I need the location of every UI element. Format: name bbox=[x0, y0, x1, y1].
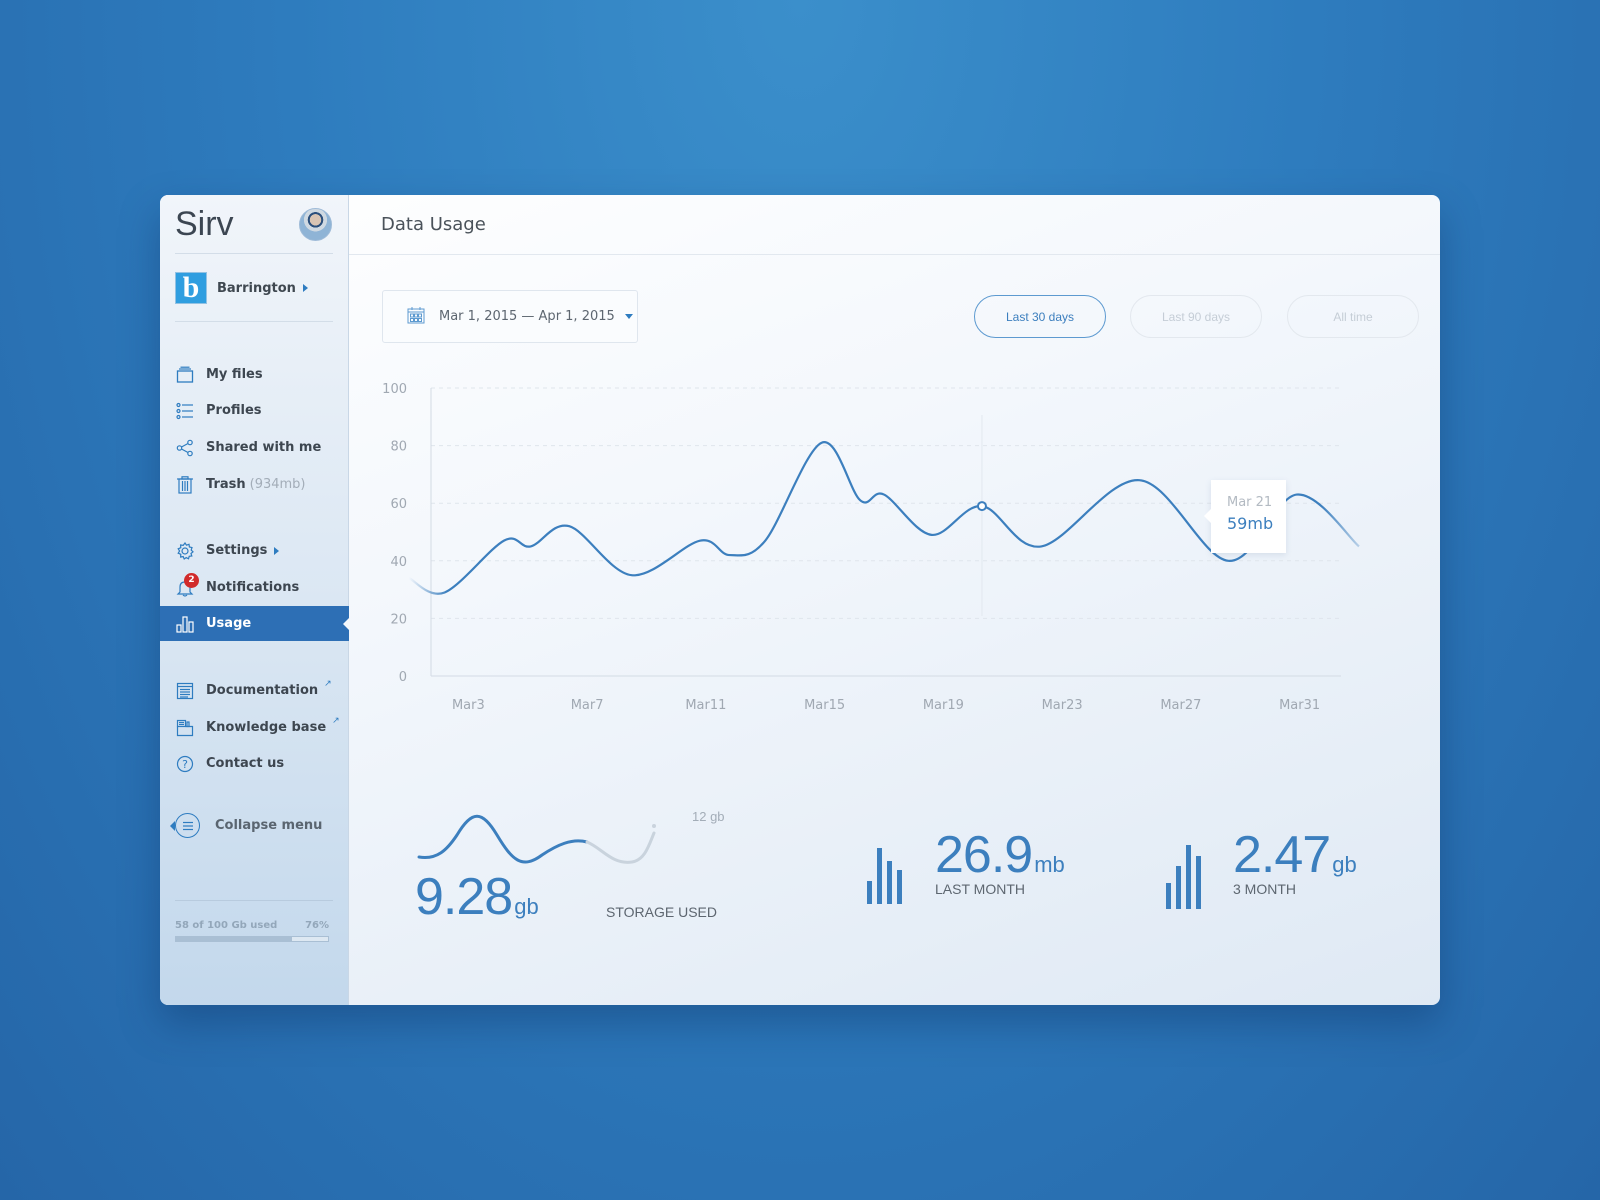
list-icon bbox=[176, 402, 194, 420]
trash-icon bbox=[176, 475, 194, 494]
caret-right-icon bbox=[274, 546, 280, 555]
storage-used-label: STORAGE USED bbox=[606, 904, 717, 920]
y-tick-label: 40 bbox=[390, 555, 407, 570]
x-tick-label: Mar7 bbox=[571, 698, 604, 713]
sidebar-item-notifications[interactable]: 2 Notifications bbox=[160, 570, 349, 605]
storage-sparkline bbox=[417, 814, 656, 864]
storage-sparkline-max-point bbox=[652, 824, 656, 828]
storage-quota: 58 of 100 Gb used 76% bbox=[175, 920, 329, 942]
last-month-label: LAST MONTH bbox=[935, 881, 1025, 897]
account-name: Barrington bbox=[217, 280, 296, 296]
app-window: Sirv b Barrington My files Profiles Shar… bbox=[160, 195, 1440, 1005]
notification-count-badge: 2 bbox=[184, 572, 199, 588]
folder-icon bbox=[176, 366, 194, 384]
tooltip-value: 59mb bbox=[1227, 514, 1274, 533]
storage-sparkline-remaining bbox=[585, 831, 656, 864]
storage-progress-bar bbox=[175, 936, 329, 942]
sidebar-item-shared[interactable]: Shared with me bbox=[160, 430, 349, 465]
tooltip-date: Mar 21 bbox=[1227, 495, 1273, 510]
sidebar: Sirv b Barrington My files Profiles Shar… bbox=[160, 195, 349, 1005]
logo[interactable]: Sirv bbox=[175, 205, 234, 244]
y-tick-label: 80 bbox=[390, 440, 407, 455]
chart-tooltip: Mar 21 59mb bbox=[1204, 480, 1286, 553]
user-avatar[interactable] bbox=[299, 208, 332, 241]
sidebar-item-knowledge-base[interactable]: Knowledge base ↗ bbox=[160, 710, 349, 745]
three-month-value: 2.47gb bbox=[1233, 826, 1357, 884]
y-tick-label: 100 bbox=[382, 382, 407, 397]
x-tick-label: Mar27 bbox=[1160, 698, 1201, 713]
main-content: Data Usage Mar 1, 2015 — Apr 1, 2015 Las… bbox=[349, 195, 1440, 1005]
highlight-point bbox=[976, 501, 987, 512]
x-tick-label: Mar19 bbox=[923, 698, 964, 713]
divider bbox=[175, 253, 333, 254]
storage-sparkline-used bbox=[417, 814, 589, 864]
sidebar-item-documentation[interactable]: Documentation ↗ bbox=[160, 673, 349, 708]
storage-progress-fill bbox=[176, 937, 292, 941]
x-tick-label: Mar3 bbox=[452, 698, 485, 713]
help-icon: ? bbox=[176, 755, 194, 773]
svg-text:?: ? bbox=[182, 758, 188, 771]
divider bbox=[175, 900, 333, 901]
sidebar-item-usage[interactable]: Usage bbox=[160, 606, 349, 641]
bar-chart-icon bbox=[1166, 845, 1201, 909]
account-switcher[interactable]: b Barrington bbox=[175, 272, 308, 304]
x-tick-label: Mar23 bbox=[1042, 698, 1083, 713]
bar-chart-icon bbox=[176, 615, 194, 633]
x-tick-label: Mar15 bbox=[804, 698, 845, 713]
storage-quota-text: 58 of 100 Gb used bbox=[175, 920, 278, 931]
divider bbox=[175, 321, 333, 322]
sidebar-item-settings[interactable]: Settings bbox=[160, 533, 349, 568]
external-link-icon: ↗ bbox=[324, 678, 332, 689]
knowledge-icon bbox=[176, 719, 194, 737]
collapse-menu-icon bbox=[170, 813, 200, 838]
last-month-value: 26.9mb bbox=[935, 826, 1065, 884]
sidebar-item-profiles[interactable]: Profiles bbox=[160, 393, 349, 428]
gear-icon bbox=[176, 541, 194, 560]
bell-icon: 2 bbox=[176, 572, 199, 597]
caret-right-icon bbox=[302, 284, 308, 292]
sidebar-item-contact[interactable]: ? Contact us bbox=[160, 746, 349, 781]
y-tick-label: 20 bbox=[390, 612, 407, 627]
collapse-menu-button[interactable]: Collapse menu bbox=[170, 813, 322, 838]
x-tick-label: Mar31 bbox=[1279, 698, 1320, 713]
bar-chart-icon bbox=[867, 848, 902, 904]
share-icon bbox=[176, 439, 194, 457]
three-month-label: 3 MONTH bbox=[1233, 881, 1296, 897]
document-icon bbox=[176, 682, 194, 700]
sidebar-item-trash[interactable]: Trash (934mb) bbox=[160, 467, 349, 502]
storage-quota-percent: 76% bbox=[305, 920, 329, 931]
sidebar-item-my-files[interactable]: My files bbox=[160, 357, 349, 392]
account-logo: b bbox=[175, 272, 207, 304]
storage-used-value: 9.28gb bbox=[415, 868, 539, 926]
y-tick-label: 0 bbox=[399, 670, 407, 685]
y-tick-label: 60 bbox=[390, 497, 407, 512]
trash-size: (934mb) bbox=[249, 477, 306, 492]
x-tick-label: Mar11 bbox=[685, 698, 726, 713]
storage-max-label: 12 gb bbox=[692, 809, 725, 824]
external-link-icon: ↗ bbox=[332, 715, 340, 726]
